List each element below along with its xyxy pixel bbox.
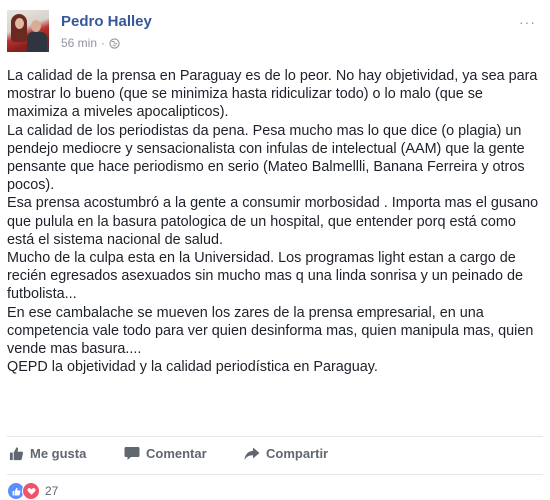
share-label: Compartir — [266, 446, 329, 461]
actions-divider-bottom — [7, 474, 543, 475]
reaction-count: 27 — [45, 484, 59, 498]
share-icon — [244, 447, 260, 460]
comment-button[interactable]: Comentar — [124, 446, 207, 461]
thumbs-up-icon — [9, 447, 24, 461]
share-button[interactable]: Compartir — [244, 446, 328, 461]
actions-divider-top — [7, 436, 543, 437]
action-bar: Me gusta Comentar Compartir — [0, 440, 550, 468]
meta-separator: · — [101, 36, 106, 50]
globe-icon[interactable] — [109, 37, 120, 49]
author-name[interactable]: Pedro Halley — [61, 13, 152, 30]
post-timestamp[interactable]: 56 min — [61, 36, 97, 50]
post-paragraph: La calidad de los periodistas da pena. P… — [7, 122, 525, 194]
post-paragraph: En ese cambalache se mueven los zares de… — [7, 304, 534, 358]
comment-label: Comentar — [146, 446, 207, 461]
avatar[interactable] — [7, 10, 49, 52]
love-reaction-icon — [22, 482, 40, 500]
reactions-summary[interactable]: 27 — [7, 482, 58, 500]
post-paragraph: Esa prensa acostumbró a la gente a consu… — [7, 195, 539, 248]
like-label: Me gusta — [30, 446, 87, 461]
facebook-post: Pedro Halley 56 min · ··· La calidad de … — [0, 0, 550, 500]
post-meta: 56 min · — [61, 36, 120, 50]
comment-icon — [124, 447, 140, 460]
post-text: La calidad de la prensa en Paraguay es d… — [7, 67, 547, 376]
more-options-icon[interactable]: ··· — [519, 14, 536, 30]
like-button[interactable]: Me gusta — [9, 446, 86, 461]
post-paragraph: Mucho de la culpa esta en la Universidad… — [7, 250, 523, 303]
post-paragraph: QEPD la objetividad y la calidad periodí… — [7, 359, 378, 376]
post-paragraph: La calidad de la prensa en Paraguay es d… — [7, 68, 538, 121]
